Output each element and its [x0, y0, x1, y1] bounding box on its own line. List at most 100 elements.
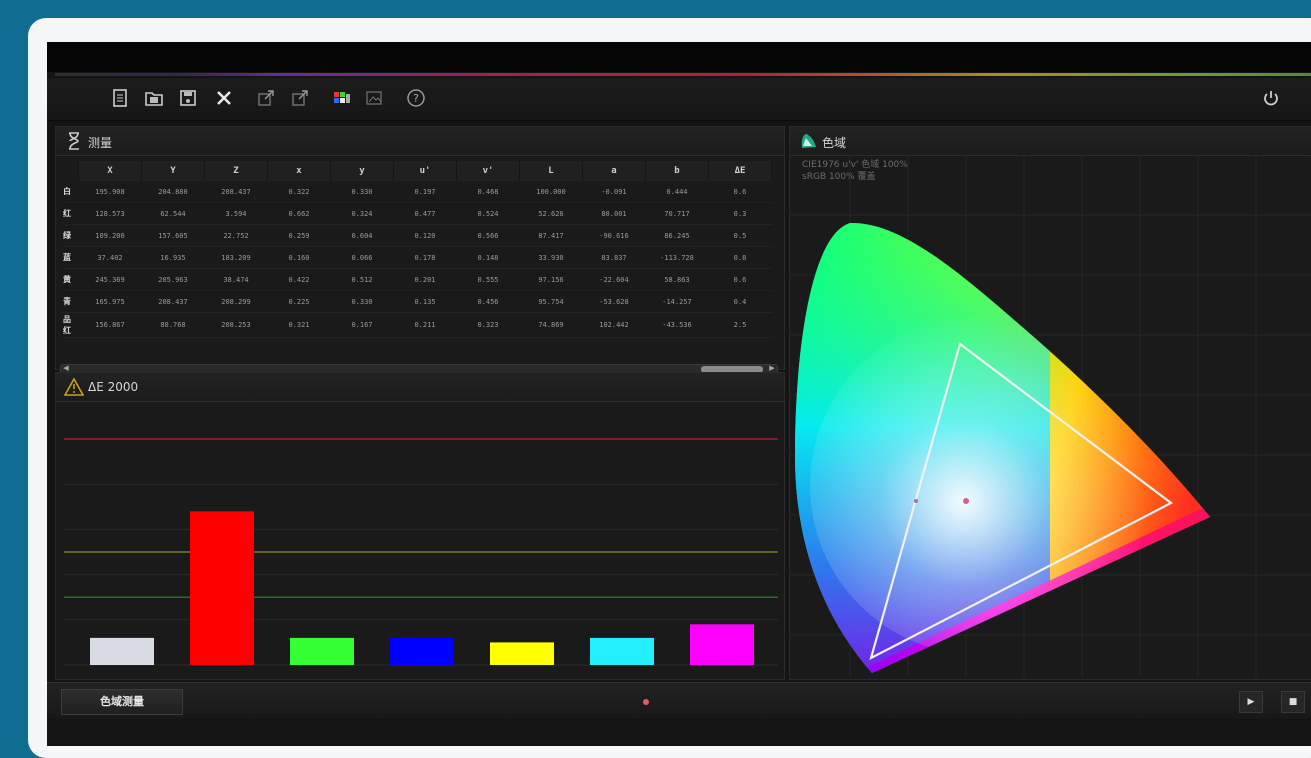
image-icon[interactable]: [361, 86, 387, 110]
measure-panel: 测量 X Y Zx y u' v' La b ΔE 白 195.908 204.880 208.437…: [55, 126, 785, 375]
table-cell: 0.259: [267, 224, 331, 247]
gamut-panel: 色域 CIE1976 u'v' 色域 100% sRGB 100% 覆盖: [789, 126, 1311, 680]
bar-3[interactable]: [390, 637, 454, 665]
table-cell: 0.468: [456, 181, 520, 203]
column-header[interactable]: u': [393, 161, 457, 181]
gamut-chart-icon: [801, 134, 816, 148]
bar-4[interactable]: [490, 642, 554, 665]
table-cell: 0.148: [456, 246, 520, 269]
table-cell: 0.5: [708, 224, 772, 247]
app-window: ? 测量 X Y Zx y u' v' La b ΔE 白 195.908 204.880 208.4…: [47, 42, 1311, 746]
table-cell: -43.536: [645, 312, 709, 338]
power-icon[interactable]: [1258, 86, 1284, 110]
table-cell: 0.197: [393, 181, 457, 203]
table-cell: 183.209: [204, 246, 268, 269]
table-cell: 0.524: [456, 202, 520, 225]
table-cell: 204.880: [141, 181, 205, 203]
table-row[interactable]: 绿 109.200 157.605 22.752 0.259 0.604 0.120 0.56…: [62, 224, 772, 247]
bar-0[interactable]: [90, 637, 154, 665]
table-cell: 205.963: [141, 268, 205, 291]
column-header[interactable]: X: [78, 161, 142, 181]
table-cell: 0.8: [708, 246, 772, 269]
table-row[interactable]: 蓝 37.402 16.935 183.209 0.160 0.066 0.178 0.148…: [62, 246, 772, 269]
color-patch-icon[interactable]: [329, 86, 355, 110]
white-point-marker: [963, 498, 969, 504]
table-cell: 100.000: [519, 181, 583, 203]
table-row[interactable]: 青 165.975 208.437 208.299 0.225 0.330 0.135 0.4…: [62, 290, 772, 313]
cie-diagram: [790, 155, 1311, 677]
column-header[interactable]: y: [330, 161, 394, 181]
column-header[interactable]: a: [582, 161, 646, 181]
column-header[interactable]: b: [645, 161, 709, 181]
gamut-header: 色域: [790, 127, 1311, 156]
open-folder-icon[interactable]: [141, 86, 167, 110]
stop-button[interactable]: ■: [1281, 691, 1305, 713]
table-cell: 0.323: [456, 312, 520, 338]
table-row[interactable]: 红 128.573 62.544 3.594 0.662 0.324 0.477 0.524 5…: [62, 202, 772, 225]
row-label: 蓝: [62, 246, 79, 269]
table-cell: 37.402: [78, 246, 142, 269]
table-row[interactable]: 黄 245.369 205.963 38.474 0.422 0.512 0.201 0.55…: [62, 268, 772, 291]
play-button[interactable]: ▶: [1239, 691, 1263, 713]
spectrum-bar: [55, 73, 1311, 76]
table-cell: 0.4: [708, 290, 772, 313]
table-cell: 102.442: [582, 312, 646, 338]
toolbar: ?: [47, 78, 1311, 121]
table-row[interactable]: 白 195.908 204.880 208.437 0.322 0.330 0.197 0.4…: [62, 181, 772, 203]
table-cell: 0.6: [708, 181, 772, 203]
table-cell: 0.225: [267, 290, 331, 313]
row-label: 青: [62, 290, 79, 313]
table-cell: 22.752: [204, 224, 268, 247]
column-header[interactable]: x: [267, 161, 331, 181]
table-cell: -53.628: [582, 290, 646, 313]
export-icon[interactable]: [253, 86, 279, 110]
save-icon[interactable]: [175, 86, 201, 110]
hourglass-icon: [69, 132, 79, 150]
measure-button[interactable]: 色域测量: [61, 689, 183, 715]
new-file-icon[interactable]: [107, 86, 133, 110]
column-header[interactable]: Y: [141, 161, 205, 181]
column-header[interactable]: ΔE: [708, 161, 772, 181]
table-cell: 0.555: [456, 268, 520, 291]
table-cell: 97.156: [519, 268, 583, 291]
bar-2[interactable]: [290, 637, 354, 665]
table-cell: 52.626: [519, 202, 583, 225]
table-cell: 0.201: [393, 268, 457, 291]
table-cell: 0.444: [645, 181, 709, 203]
table-cell: 208.437: [141, 290, 205, 313]
delta-e-title: ΔE 2000: [88, 380, 139, 394]
column-header[interactable]: v': [456, 161, 520, 181]
bar-5[interactable]: [590, 637, 654, 665]
row-label: 品红: [62, 312, 79, 338]
warning-triangle-icon: [64, 377, 84, 396]
measure-panel-title: 测量: [88, 136, 113, 150]
column-header[interactable]: L: [519, 161, 583, 181]
table-cell: 0.3: [708, 202, 772, 225]
table-cell: 0.160: [267, 246, 331, 269]
table-cell: 156.867: [78, 312, 142, 338]
table-cell: 0.422: [267, 268, 331, 291]
table-cell: 208.299: [204, 290, 268, 313]
svg-text:?: ?: [413, 92, 419, 105]
table-cell: 74.869: [519, 312, 583, 338]
table-cell: 0.330: [330, 181, 394, 203]
table-cell: 128.573: [78, 202, 142, 225]
table-cell: 3.594: [204, 202, 268, 225]
table-cell: 245.369: [78, 268, 142, 291]
table-row[interactable]: 品红 156.867 80.768 208.253 0.321 0.167 0.211 0.3…: [62, 312, 772, 338]
help-icon[interactable]: ?: [403, 86, 429, 110]
delta-e-header: ΔE 2000: [56, 373, 784, 402]
table-cell: -14.257: [645, 290, 709, 313]
column-header[interactable]: Z: [204, 161, 268, 181]
table-cell: 0.120: [393, 224, 457, 247]
bar-1[interactable]: [190, 511, 254, 665]
table-cell: 0.662: [267, 202, 331, 225]
delta-e-chart: [64, 403, 778, 679]
bar-6[interactable]: [690, 624, 754, 665]
table-cell: 33.930: [519, 246, 583, 269]
title-strip: [47, 42, 1311, 72]
close-icon[interactable]: [211, 86, 237, 110]
table-cell: 83.837: [582, 246, 646, 269]
measure-panel-header: 测量: [56, 127, 784, 156]
export-alt-icon[interactable]: [287, 86, 313, 110]
